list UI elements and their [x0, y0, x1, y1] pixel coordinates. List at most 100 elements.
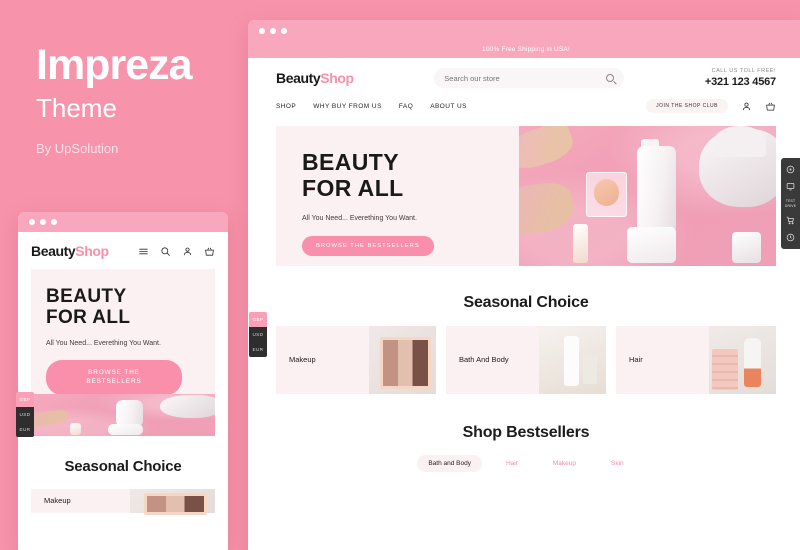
mobile-seasonal-choice-section: Seasonal Choice Makeup	[18, 458, 228, 516]
photo-mini-bottle	[732, 232, 761, 264]
photo-lotion-stick	[572, 224, 589, 264]
hero-heading: BEAUTY FOR ALL	[302, 149, 519, 202]
site-header: BeautyShop CALL US TOLL FREE! +321 123 4…	[248, 58, 800, 122]
window-dot-close[interactable]	[29, 219, 35, 225]
photo-spray-bottle	[637, 145, 676, 233]
mobile-header: BeautyShop	[18, 232, 228, 269]
beauty-products-flatlay-photo	[31, 394, 215, 436]
window-dot-close[interactable]	[259, 28, 265, 34]
search-icon[interactable]	[606, 74, 615, 82]
nav-item-about-us[interactable]: ABOUT US	[430, 103, 467, 110]
nav-item-shop[interactable]: SHOP	[276, 103, 296, 110]
currency-option-gbp[interactable]: GBP	[249, 312, 267, 327]
filter-tab-makeup[interactable]: Makeup	[542, 455, 587, 472]
shop-bestsellers-section: Shop Bestsellers Bath and Body Hair Make…	[248, 424, 800, 472]
promo-subtitle: Theme	[36, 93, 117, 123]
photo-sandal-bottom	[519, 179, 576, 238]
search-box[interactable]	[434, 68, 625, 88]
promo-block: Impreza Theme By UpSolution	[36, 41, 236, 157]
seasonal-choice-title: Seasonal Choice	[463, 294, 589, 311]
cta-line1: BROWSE THE	[88, 368, 140, 376]
window-dot-minimize[interactable]	[270, 28, 276, 34]
hamburger-menu-icon[interactable]	[138, 246, 149, 257]
history-icon[interactable]	[781, 229, 800, 246]
announcement-bar: 100% Free Shipping in USA!	[248, 42, 800, 58]
monitor-icon[interactable]	[781, 178, 800, 195]
search-input[interactable]	[444, 73, 607, 83]
category-card-makeup[interactable]: Makeup	[276, 326, 436, 394]
browse-bestsellers-button[interactable]: BROWSE THE BESTSELLERS	[302, 235, 434, 256]
category-image-bath-and-body	[538, 326, 606, 394]
account-icon[interactable]	[182, 246, 193, 257]
currency-option-gbp[interactable]: GBP	[16, 392, 34, 407]
cta-line2: BESTSELLERS	[86, 378, 142, 386]
mobile-hero-banner: BEAUTY FOR ALL All You Need... Everethin…	[31, 269, 215, 394]
phone-number[interactable]: +321 123 4567	[705, 76, 776, 88]
mobile-hero-image	[31, 394, 215, 436]
hero-tagline: All You Need... Everething You Want.	[302, 214, 417, 222]
mobile-browser-window: BeautyShop BEAUTY FOR ALL All You Need..…	[18, 212, 228, 550]
seasonal-choice-section: Seasonal Choice Makeup Bath And Body Hai…	[248, 294, 800, 394]
join-shop-club-button[interactable]: JOIN THE SHOP CLUB	[646, 99, 728, 113]
logo-text-shop: Shop	[75, 243, 109, 259]
currency-switcher-desktop[interactable]: GBP USD EUR	[249, 312, 267, 357]
desktop-browser-window: 100% Free Shipping in USA! BeautyShop CA…	[248, 20, 800, 550]
shop-bestsellers-title: Shop Bestsellers	[462, 424, 590, 441]
site-logo[interactable]: BeautyShop	[276, 70, 354, 86]
promo-title: Impreza	[36, 41, 193, 89]
phone-label: CALL US TOLL FREE!	[711, 68, 776, 74]
mobile-title-bar	[18, 212, 228, 232]
window-dot-maximize[interactable]	[281, 28, 287, 34]
hero-banner: BEAUTY FOR ALL All You Need... Everethin…	[276, 126, 776, 266]
photo-sandal-top	[519, 126, 577, 176]
test-drive-line2: DRIVE	[784, 203, 797, 208]
seasonal-choice-title: Seasonal Choice	[64, 458, 182, 475]
site-logo[interactable]: BeautyShop	[31, 243, 109, 259]
account-icon[interactable]	[741, 101, 752, 112]
main-navigation: SHOP WHY BUY FROM US FAQ ABOUT US JOIN T…	[276, 99, 776, 122]
photo-beauty-puff	[593, 179, 620, 206]
desktop-title-bar	[248, 20, 800, 42]
photo-handbag-flap	[714, 126, 766, 157]
color-palette-icon[interactable]	[781, 161, 800, 178]
currency-option-usd[interactable]: USD	[16, 407, 34, 422]
hero-heading: BEAUTY FOR ALL	[46, 286, 215, 329]
hero-heading-line2: FOR ALL	[46, 307, 131, 329]
photo-handbag	[159, 394, 215, 419]
window-dot-maximize[interactable]	[51, 219, 57, 225]
phone-block: CALL US TOLL FREE! +321 123 4567	[705, 68, 776, 88]
photo-sandal	[31, 407, 71, 430]
category-image-hair	[708, 326, 776, 394]
currency-option-eur[interactable]: EUR	[16, 422, 34, 437]
filter-tab-skin[interactable]: Skin	[600, 455, 635, 472]
nav-item-why-buy-from-us[interactable]: WHY BUY FROM US	[313, 103, 382, 110]
hero-content: BEAUTY FOR ALL All You Need... Everethin…	[276, 126, 519, 266]
category-card-bath-and-body[interactable]: Bath And Body	[446, 326, 606, 394]
cart-icon[interactable]	[781, 212, 800, 229]
currency-option-usd[interactable]: USD	[249, 327, 267, 342]
category-label: Hair	[629, 354, 643, 364]
logo-text-beauty: Beauty	[276, 70, 321, 86]
logo-text-beauty: Beauty	[31, 243, 76, 259]
bestsellers-filter-tabs: Bath and Body Hair Makeup Skin	[248, 455, 800, 472]
window-dot-minimize[interactable]	[40, 219, 46, 225]
category-image-makeup	[130, 489, 215, 516]
basket-icon[interactable]	[204, 246, 215, 257]
filter-tab-hair[interactable]: Hair	[495, 455, 529, 472]
browse-bestsellers-button[interactable]: BROWSE THE BESTSELLERS	[46, 359, 182, 394]
currency-switcher-mobile[interactable]: GBP USD EUR	[16, 392, 34, 437]
hero-heading-line1: BEAUTY	[302, 149, 399, 175]
basket-icon[interactable]	[765, 101, 776, 112]
filter-tab-bath-and-body[interactable]: Bath and Body	[417, 455, 482, 472]
category-card-hair[interactable]: Hair	[616, 326, 776, 394]
hero-tagline: All You Need... Everething You Want.	[46, 339, 161, 347]
test-drive-label[interactable]: TEST DRIVE	[781, 195, 800, 212]
hero-heading-line2: FOR ALL	[302, 174, 404, 201]
side-toolbar: TEST DRIVE	[781, 158, 800, 249]
nav-item-faq[interactable]: FAQ	[399, 103, 413, 110]
category-card-makeup[interactable]: Makeup	[31, 489, 215, 516]
promo-author: By UpSolution	[36, 141, 119, 156]
currency-option-eur[interactable]: EUR	[249, 342, 267, 357]
photo-spray-bottle	[115, 399, 144, 426]
search-icon[interactable]	[160, 246, 171, 257]
